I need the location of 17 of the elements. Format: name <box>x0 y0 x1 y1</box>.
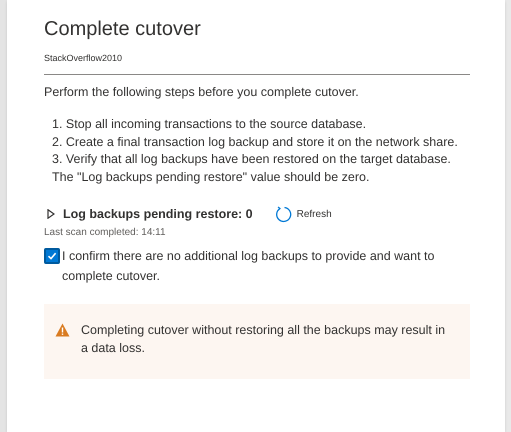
warning-text: Completing cutover without restoring all the backups may result in a data loss. <box>81 322 446 357</box>
dialog-subtitle: StackOverflow2010 <box>44 52 124 64</box>
caret-icon <box>47 209 55 220</box>
step-item: 2. Create a final transaction log backup and store it on the network share. <box>51 134 459 151</box>
pending-restore-label: Log backups pending restore: 0 <box>63 206 253 223</box>
confirm-label: I confirm there are no additional log backups to provide and want to complete cutover. <box>62 248 436 285</box>
step-item: 1. Stop all incoming transactions to the source database. <box>51 116 368 133</box>
dialog-title: Complete cutover <box>44 17 202 42</box>
warning-icon <box>55 322 70 337</box>
refresh-button[interactable]: Refresh <box>274 206 332 223</box>
steps-note: The "Log backups pending restore" value should be zero. <box>51 168 370 186</box>
step-item: 3. Verify that all log backups have been restored on the target database. <box>51 151 452 168</box>
refresh-icon <box>274 206 292 223</box>
check-icon <box>47 250 57 261</box>
last-scan-text: Last scan completed: 14:11 <box>44 226 167 240</box>
confirm-checkbox[interactable] <box>44 248 60 264</box>
intro-text: Perform the following steps before you complete cutover. <box>44 84 360 101</box>
